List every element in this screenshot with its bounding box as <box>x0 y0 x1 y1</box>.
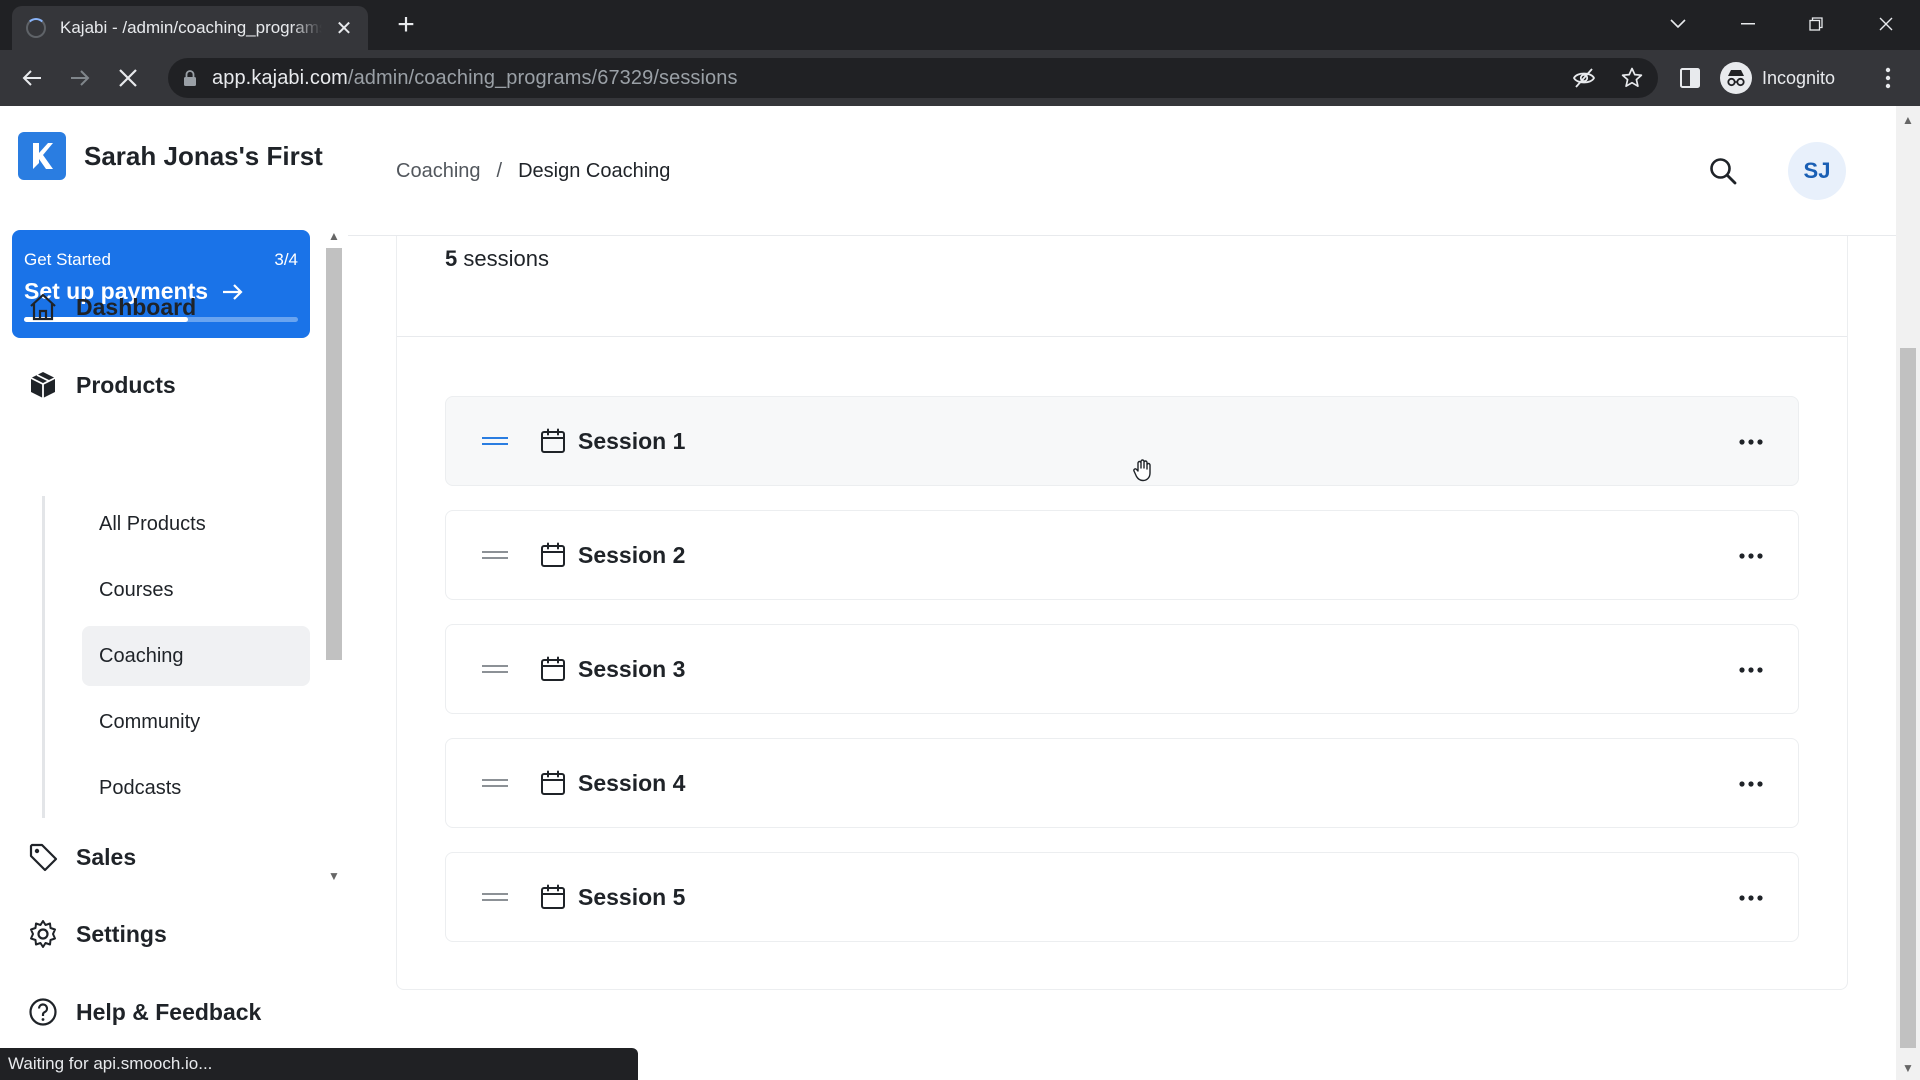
page-scroll-thumb[interactable] <box>1900 348 1916 1048</box>
drag-handle-icon[interactable] <box>482 890 508 904</box>
minimize-button[interactable] <box>1730 10 1766 38</box>
drag-handle-icon[interactable] <box>482 548 508 562</box>
restore-button[interactable] <box>1798 10 1834 38</box>
breadcrumb-separator: / <box>496 160 503 182</box>
drag-handle-icon[interactable] <box>482 434 508 448</box>
browser-tab[interactable]: Kajabi - /admin/coaching_programs/67329/… <box>12 6 368 50</box>
close-window-button[interactable] <box>1868 10 1904 38</box>
incognito-profile-button[interactable]: Incognito <box>1720 58 1835 98</box>
help-icon <box>29 998 57 1026</box>
sidebar-scroll-thumb[interactable] <box>326 248 342 660</box>
box-icon <box>30 372 56 398</box>
tab-title: Kajabi - /admin/coaching_programs/67329/… <box>60 18 322 37</box>
sessions-card: 5 sessions Session 1 Session 2 Session 3 Se… <box>396 236 1848 990</box>
scroll-down-icon[interactable]: ▼ <box>1902 1062 1914 1074</box>
session-count: 5 sessions <box>445 246 549 271</box>
breadcrumb-link-coaching[interactable]: Coaching <box>396 160 481 183</box>
get-started-progress-text: 3/4 <box>274 250 298 269</box>
more-options-icon[interactable] <box>1738 544 1764 568</box>
page-scrollbar[interactable]: ▲ ▼ <box>1896 106 1920 1080</box>
session-row[interactable]: Session 3 <box>445 624 1799 714</box>
session-row[interactable]: Session 1 <box>445 396 1799 486</box>
kajabi-logo-icon <box>18 132 66 180</box>
more-options-icon[interactable] <box>1738 772 1764 796</box>
address-bar[interactable]: app.kajabi.com/admin/coaching_programs/6… <box>168 58 1658 98</box>
stop-loading-button[interactable] <box>112 62 144 94</box>
products-subnav-rail <box>42 496 45 818</box>
site-brand[interactable]: Sarah Jonas's First <box>18 132 323 180</box>
search-icon[interactable] <box>1708 156 1738 186</box>
get-started-label: Get Started <box>24 250 111 269</box>
calendar-icon <box>541 428 565 453</box>
sidebar-scrollbar[interactable]: ▲ ▼ <box>324 226 344 886</box>
user-avatar[interactable]: SJ <box>1788 142 1846 200</box>
subnav-community[interactable]: Community <box>82 692 310 752</box>
session-title[interactable]: Session 1 <box>578 428 685 455</box>
divider <box>397 336 1847 337</box>
new-tab-button[interactable]: + <box>390 10 422 42</box>
side-panel-icon[interactable] <box>1678 66 1702 90</box>
nav-label: Help & Feedback <box>76 998 262 1025</box>
browser-toolbar: app.kajabi.com/admin/coaching_programs/6… <box>0 50 1920 106</box>
gear-icon <box>30 920 56 948</box>
calendar-icon <box>541 770 565 795</box>
scroll-up-icon[interactable]: ▲ <box>1902 114 1914 126</box>
more-options-icon[interactable] <box>1738 658 1764 682</box>
tab-close-icon[interactable]: ✕ <box>334 16 354 41</box>
session-title[interactable]: Session 4 <box>578 770 685 797</box>
breadcrumb: Coaching / Design Coaching <box>396 160 670 183</box>
subnav-coaching[interactable]: Coaching <box>82 626 310 686</box>
forward-button[interactable] <box>64 62 96 94</box>
nav-products[interactable]: Products <box>28 370 176 400</box>
browser-menu-icon[interactable] <box>1876 62 1900 94</box>
lock-icon <box>184 70 196 86</box>
tag-icon <box>29 843 58 872</box>
site-name: Sarah Jonas's First <box>84 140 323 171</box>
loading-spinner-icon <box>26 18 46 38</box>
nav-label: Sales <box>76 843 137 870</box>
nav-label: Settings <box>76 920 167 947</box>
nav-sales[interactable]: Sales <box>28 842 136 872</box>
scroll-down-icon[interactable]: ▼ <box>328 870 340 882</box>
url-text: app.kajabi.com/admin/coaching_programs/6… <box>212 66 738 89</box>
calendar-icon <box>541 542 565 567</box>
arrow-right-icon <box>223 283 243 300</box>
browser-tab-strip: Kajabi - /admin/coaching_programs/67329/… <box>0 0 1920 50</box>
sidebar: Sarah Jonas's First Get Started 3/4 Set … <box>0 106 348 1080</box>
browser-status-bar: Waiting for api.smooch.io... <box>0 1048 638 1080</box>
bookmark-star-icon[interactable] <box>1620 66 1644 90</box>
tab-search-icon[interactable] <box>1660 10 1696 38</box>
drag-handle-icon[interactable] <box>482 776 508 790</box>
back-button[interactable] <box>16 62 48 94</box>
drag-handle-icon[interactable] <box>482 662 508 676</box>
nav-label: Products <box>76 371 176 398</box>
more-options-icon[interactable] <box>1738 430 1764 454</box>
incognito-label: Incognito <box>1762 67 1836 88</box>
incognito-icon <box>1720 62 1752 94</box>
session-title[interactable]: Session 2 <box>578 542 685 569</box>
nav-settings[interactable]: Settings <box>28 919 167 949</box>
calendar-icon <box>541 656 565 681</box>
page-header: Coaching / Design Coaching SJ <box>348 106 1896 236</box>
session-row[interactable]: Session 2 <box>445 510 1799 600</box>
session-row[interactable]: Session 5 <box>445 852 1799 942</box>
nav-help-feedback[interactable]: Help & Feedback <box>28 997 261 1027</box>
breadcrumb-current: Design Coaching <box>518 160 671 182</box>
session-title[interactable]: Session 5 <box>578 884 685 911</box>
scroll-up-icon[interactable]: ▲ <box>328 230 340 242</box>
subnav-courses[interactable]: Courses <box>82 560 310 620</box>
nav-dashboard[interactable]: Dashboard <box>28 292 196 322</box>
subnav-all-products[interactable]: All Products <box>82 494 310 554</box>
more-options-icon[interactable] <box>1738 886 1764 910</box>
home-icon <box>30 293 56 321</box>
session-row[interactable]: Session 4 <box>445 738 1799 828</box>
subnav-podcasts[interactable]: Podcasts <box>82 758 310 818</box>
session-title[interactable]: Session 3 <box>578 656 685 683</box>
grab-cursor-icon <box>1133 459 1151 482</box>
nav-label: Dashboard <box>76 293 197 320</box>
eye-off-icon[interactable] <box>1572 66 1596 90</box>
calendar-icon <box>541 884 565 909</box>
